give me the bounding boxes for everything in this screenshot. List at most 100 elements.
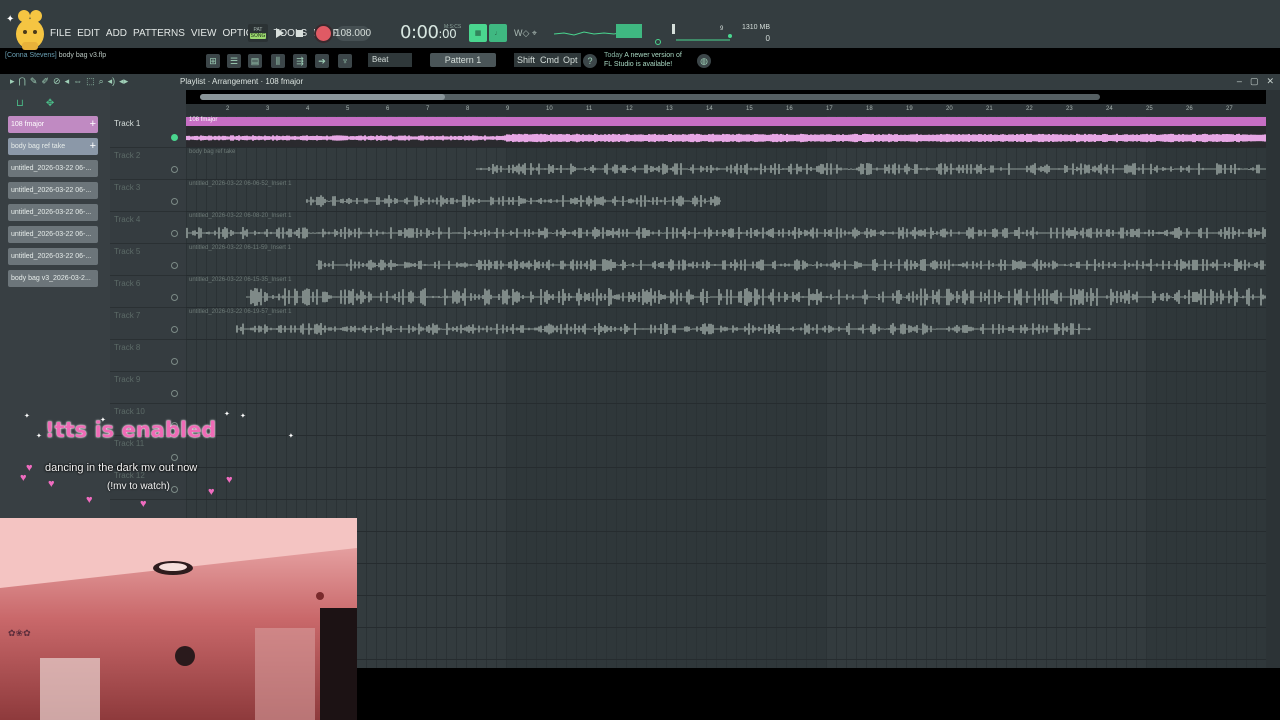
browser-icon[interactable]: ⇶ (293, 54, 307, 68)
track-enable-led[interactable] (171, 198, 178, 205)
clip-source-item[interactable]: untitled_2026-03-22 06-... (8, 248, 98, 265)
play-icon[interactable] (275, 27, 285, 39)
pat-song-toggle[interactable]: PAT SONG (248, 24, 268, 42)
zoom-icon[interactable]: ⌕ (99, 76, 104, 87)
record-button[interactable] (316, 26, 331, 41)
menu-arrow-icon[interactable]: ◂▸ (119, 76, 128, 87)
add-clip-icon[interactable]: + (90, 116, 96, 133)
panel-icon-b[interactable]: ✥ (46, 98, 54, 109)
select-icon[interactable]: ⬚ (86, 76, 95, 87)
project-filename: body bag v3.flp (58, 52, 107, 59)
wait-for-input-icon[interactable]: W◇ ⌖ (514, 28, 537, 39)
cmd-button[interactable]: Cmd (537, 53, 563, 67)
clip-source-item[interactable]: untitled_2026-03-22 06-... (8, 182, 98, 199)
heart-icon: ♥ (86, 494, 93, 506)
delete-icon[interactable]: ⊘ (53, 76, 61, 87)
mascot-sticker-icon: ✦ (6, 10, 44, 50)
track-enable-led[interactable] (171, 390, 178, 397)
track-header[interactable]: Track 3 (110, 180, 186, 212)
track-enable-led[interactable] (171, 294, 178, 301)
track-name: Track 1 (114, 119, 141, 128)
panel-icon-a[interactable]: ⊔ (16, 98, 24, 109)
playlist-titlebar: ▸ ⋂ ✎ ✐ ⊘ ◂ ⇔ ⬚ ⌕ ◂) ◂▸ Playlist · Arran… (0, 74, 1280, 90)
audio-clip[interactable]: untitled_2026-03-22 06-08-20_Insert 1 (186, 213, 1266, 243)
menu-view[interactable]: VIEW (191, 28, 217, 39)
audio-clip[interactable]: untitled_2026-03-22 06-11-59_Insert 1 (186, 245, 1266, 275)
track-name: Track 2 (114, 151, 141, 160)
add-clip-icon[interactable]: + (90, 138, 96, 155)
clip-source-label: untitled_2026-03-22 06-... (11, 253, 92, 260)
mic-icon[interactable]: ♆ (338, 54, 352, 68)
minimize-icon[interactable]: – (1237, 76, 1242, 87)
playback-icon[interactable]: ◂) (108, 76, 116, 87)
mixer-icon[interactable]: ⫼ (271, 54, 285, 68)
ruler-bar-number: 7 (426, 106, 430, 112)
menu-add[interactable]: ADD (106, 28, 127, 39)
clip-source-item[interactable]: untitled_2026-03-22 06-... (8, 160, 98, 177)
metronome-icon[interactable]: ♩ (489, 24, 507, 42)
snap-select[interactable]: Beat (368, 53, 412, 67)
sparkle-icon: ✦ (100, 417, 106, 424)
track-header[interactable]: Track 5 (110, 244, 186, 276)
clip-source-label: untitled_2026-03-22 06-... (11, 231, 92, 238)
audio-clip[interactable]: body bag ref take (186, 149, 1266, 179)
menu-patterns[interactable]: PATTERNS (133, 28, 185, 39)
piano-roll-icon[interactable]: ☰ (227, 54, 241, 68)
shift-button[interactable]: Shift (514, 53, 539, 67)
timeline-ruler[interactable]: 2 3 4 5 6 7 8 9 10 11 12 13 14 15 16 17 18 19 20 21 22 23 24 25… (186, 104, 1266, 116)
audio-clip[interactable]: untitled_2026-03-22 06-15-35_Insert 1 (186, 277, 1266, 307)
clip-source-item[interactable]: 108 fmajor + (8, 116, 98, 133)
track-header[interactable]: Track 9 (110, 372, 186, 404)
track-header[interactable]: Track 6 (110, 276, 186, 308)
help-icon[interactable]: ? (583, 54, 597, 68)
pattern-select[interactable]: Pattern 1 (430, 53, 496, 67)
magnet-icon[interactable]: ⋂ (19, 76, 26, 87)
track-enable-led[interactable] (171, 230, 178, 237)
slip-icon[interactable]: ⇔ (73, 76, 82, 87)
track-header[interactable]: Track 2 (110, 148, 186, 180)
paint-icon[interactable]: ✐ (41, 76, 49, 87)
mute-icon[interactable]: ◂ (65, 76, 70, 87)
stop-button[interactable] (296, 30, 303, 37)
menu-file[interactable]: FILE (50, 28, 71, 39)
arrow-right-icon[interactable]: ▸ (10, 76, 15, 87)
ruler-bar-number: 15 (746, 106, 753, 112)
track-enable-led[interactable] (171, 326, 178, 333)
toolbar-icon-1[interactable]: ⊞ (206, 54, 220, 68)
track-header[interactable]: Track 4 (110, 212, 186, 244)
maximize-icon[interactable]: ▢ (1250, 76, 1259, 87)
close-icon[interactable]: ✕ (1266, 76, 1274, 87)
pencil-icon[interactable]: ✎ (30, 76, 38, 87)
plugin-icon[interactable]: ➔ (315, 54, 329, 68)
track-enable-led[interactable] (171, 166, 178, 173)
typing-keyboard-icon[interactable]: ▦ (469, 24, 487, 42)
track-header[interactable]: Track 8 (110, 340, 186, 372)
audio-clip[interactable]: 108 fmajor (186, 117, 1266, 147)
notice-line2: FL Studio is available! (604, 61, 673, 68)
menu-edit[interactable]: EDIT (77, 28, 100, 39)
tempo-display[interactable]: 108.000 (335, 26, 371, 41)
opt-button[interactable]: Opt (560, 53, 581, 67)
clip-source-item[interactable]: untitled_2026-03-22 06-... (8, 226, 98, 243)
channel-rack-icon[interactable]: ▤ (248, 54, 262, 68)
ruler-bar-number: 18 (866, 106, 873, 112)
vertical-scrollbar[interactable] (1266, 90, 1280, 670)
track-header[interactable]: Track 7 (110, 308, 186, 340)
clip-source-item[interactable]: body bag v3_2026-03-2... (8, 270, 98, 287)
track-header[interactable]: Track 1 (110, 116, 186, 148)
audio-clip[interactable]: untitled_2026-03-22 06-06-52_Insert 1 (186, 181, 721, 211)
window-controls: – ▢ ✕ (1237, 76, 1274, 87)
playlist-breadcrumb[interactable]: Playlist · Arrangement · 108 fmajor (180, 77, 303, 86)
clip-source-item[interactable]: untitled_2026-03-22 06-... (8, 204, 98, 221)
main-toolbar: ✦ FILE EDIT ADD PATTERNS VIEW OPTIONS TO… (0, 0, 1280, 50)
audio-clip[interactable]: untitled_2026-03-22 06-19-57_Insert 1 (186, 309, 1091, 339)
horizontal-scrollbar[interactable] (200, 94, 1100, 100)
track-enable-led[interactable] (171, 262, 178, 269)
update-notice[interactable]: Today A newer version of FL Studio is av… (604, 51, 682, 69)
track-enable-led[interactable] (171, 134, 178, 141)
track-name: Track 9 (114, 375, 141, 384)
clip-source-item[interactable]: body bag ref take + (8, 138, 98, 155)
globe-icon[interactable]: ◍ (697, 54, 711, 68)
heart-icon: ♥ (48, 478, 55, 490)
track-enable-led[interactable] (171, 358, 178, 365)
